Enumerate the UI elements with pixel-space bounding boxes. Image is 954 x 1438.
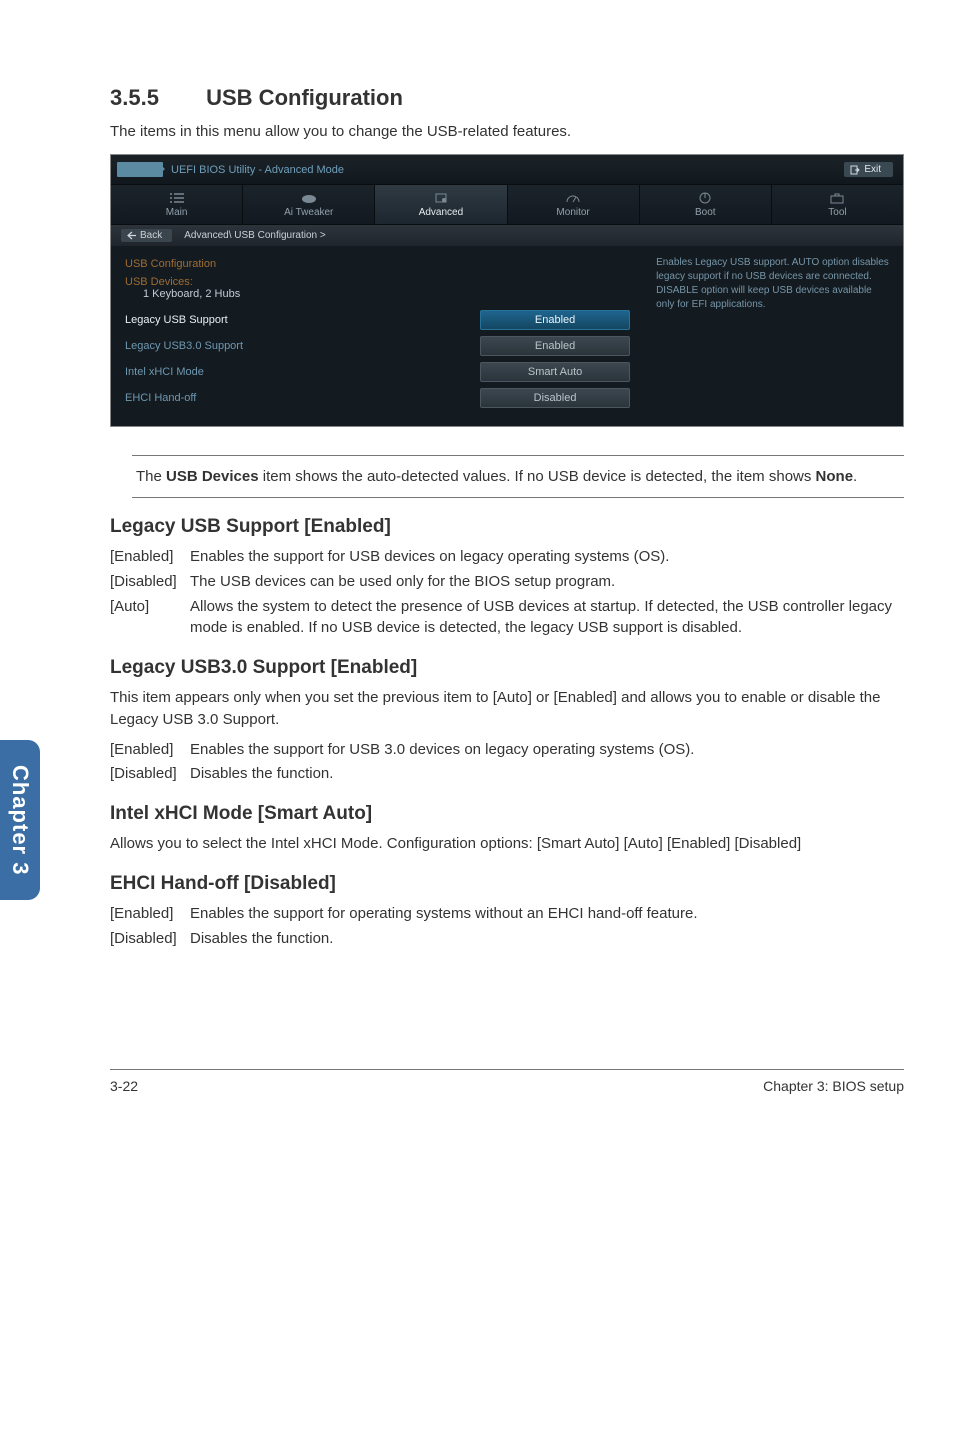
exit-button[interactable]: Exit	[844, 162, 893, 177]
cloud-icon	[300, 191, 318, 205]
tab-monitor[interactable]: Monitor	[508, 185, 640, 224]
config-title: USB Configuration	[125, 258, 630, 270]
list-item: [Enabled]Enables the support for USB 3.0…	[110, 739, 904, 761]
list-item: [Disabled]The USB devices can be used on…	[110, 571, 904, 593]
footer-chapter: Chapter 3: BIOS setup	[763, 1078, 904, 1094]
sec2-intro: This item appears only when you set the …	[110, 687, 904, 731]
tab-tool[interactable]: Tool	[772, 185, 903, 224]
exit-icon	[850, 165, 860, 175]
value-intel-xhci-mode[interactable]: Smart Auto	[480, 362, 630, 382]
list-item: [Enabled]Enables the support for USB dev…	[110, 546, 904, 568]
list-icon	[168, 191, 186, 205]
list-item: [Auto]Allows the system to detect the pr…	[110, 596, 904, 640]
usb-devices-label: USB Devices:	[125, 276, 630, 288]
asus-logo	[117, 162, 163, 177]
tab-main[interactable]: Main	[111, 185, 243, 224]
list-item: [Disabled]Disables the function.	[110, 928, 904, 950]
back-button[interactable]: Back	[121, 229, 172, 242]
gauge-icon	[564, 191, 582, 205]
tab-boot[interactable]: Boot	[640, 185, 772, 224]
bios-panel: UEFI BIOS Utility - Advanced Mode Exit M…	[110, 154, 904, 427]
tab-advanced[interactable]: Advanced	[375, 185, 507, 224]
usb-devices-value: 1 Keyboard, 2 Hubs	[125, 288, 630, 300]
row-legacy-usb-support[interactable]: Legacy USB Support Enabled	[125, 310, 630, 330]
heading-xhci: Intel xHCI Mode [Smart Auto]	[110, 803, 904, 825]
list-item: [Enabled]Enables the support for operati…	[110, 903, 904, 925]
bios-tabs: Main Ai Tweaker Advanced Monitor Boot To…	[111, 185, 903, 225]
bios-title: UEFI BIOS Utility - Advanced Mode	[171, 164, 344, 176]
list-item: [Disabled]Disables the function.	[110, 763, 904, 785]
heading-legacy-usb30: Legacy USB3.0 Support [Enabled]	[110, 657, 904, 679]
bios-titlebar: UEFI BIOS Utility - Advanced Mode Exit	[111, 155, 903, 185]
row-ehci-handoff[interactable]: EHCI Hand-off Disabled	[125, 388, 630, 408]
chapter-sidetab: Chapter 3	[0, 740, 40, 900]
heading-legacy-usb: Legacy USB Support [Enabled]	[110, 516, 904, 538]
sec3-para: Allows you to select the Intel xHCI Mode…	[110, 833, 904, 855]
note-block: The USB Devices item shows the auto-dete…	[110, 455, 904, 498]
breadcrumb-path: Advanced\ USB Configuration >	[184, 230, 325, 241]
value-legacy-usb30-support[interactable]: Enabled	[480, 336, 630, 356]
note-text: The USB Devices item shows the auto-dete…	[132, 455, 904, 498]
bios-help-pane: Enables Legacy USB support. AUTO option …	[644, 246, 903, 426]
heading-ehci: EHCI Hand-off [Disabled]	[110, 873, 904, 895]
section-heading: 3.5.5 USB Configuration	[110, 85, 904, 111]
back-arrow-icon	[127, 231, 136, 240]
page-footer: 3-22 Chapter 3: BIOS setup	[110, 1069, 904, 1094]
chapter-sidetab-label: Chapter 3	[7, 765, 33, 875]
page-number: 3-22	[110, 1078, 138, 1094]
section-intro: The items in this menu allow you to chan…	[110, 123, 904, 140]
value-ehci-handoff[interactable]: Disabled	[480, 388, 630, 408]
value-legacy-usb-support[interactable]: Enabled	[480, 310, 630, 330]
row-legacy-usb30-support[interactable]: Legacy USB3.0 Support Enabled	[125, 336, 630, 356]
row-intel-xhci-mode[interactable]: Intel xHCI Mode Smart Auto	[125, 362, 630, 382]
bios-breadcrumb: Back Advanced\ USB Configuration >	[111, 225, 903, 246]
chip-icon	[432, 191, 450, 205]
power-icon	[696, 191, 714, 205]
bios-left-pane: USB Configuration USB Devices: 1 Keyboar…	[111, 246, 644, 426]
tab-ai-tweaker[interactable]: Ai Tweaker	[243, 185, 375, 224]
section-number: 3.5.5	[110, 85, 200, 111]
section-title: USB Configuration	[206, 85, 403, 110]
toolbox-icon	[828, 191, 846, 205]
